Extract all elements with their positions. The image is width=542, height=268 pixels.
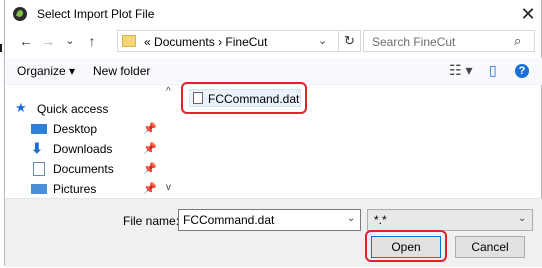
open-highlight-annotation bbox=[365, 230, 447, 262]
dialog-footer: File name: FCCommand.dat ⌄ *.* ⌄ Open Ca… bbox=[5, 198, 542, 267]
documents-icon bbox=[33, 162, 45, 176]
file-name-label: File name: bbox=[123, 214, 180, 228]
scroll-up-icon[interactable]: ^ bbox=[166, 86, 171, 97]
pictures-icon bbox=[31, 184, 47, 194]
folder-icon bbox=[122, 35, 136, 47]
window-title: Select Import Plot File bbox=[37, 7, 155, 21]
new-folder-button[interactable]: New folder bbox=[93, 64, 150, 78]
search-input[interactable]: Search FineCut bbox=[372, 35, 455, 49]
help-icon[interactable]: ? bbox=[515, 64, 529, 78]
title-bar: Select Import Plot File ✕ bbox=[5, 0, 542, 28]
file-highlight-annotation bbox=[181, 82, 307, 114]
download-icon: ⬇ bbox=[31, 140, 43, 156]
pin-icon: 📌 bbox=[143, 143, 157, 155]
sidebar-item-label: Downloads bbox=[53, 142, 113, 156]
back-button[interactable]: ← bbox=[17, 32, 35, 50]
file-type-select[interactable]: *.* ⌄ bbox=[367, 209, 533, 231]
app-logo-icon bbox=[13, 7, 27, 21]
preview-pane-icon[interactable]: ▯ bbox=[489, 62, 497, 79]
search-box[interactable]: Search FineCut ⌕ bbox=[363, 30, 535, 52]
refresh-button[interactable]: ↻ bbox=[339, 30, 361, 52]
breadcrumb-separator: › bbox=[218, 35, 223, 49]
sidebar-item-label: Pictures bbox=[53, 182, 97, 196]
navigation-pane: ★ Quick access Desktop 📌 ⬇ Downloads 📌 D… bbox=[5, 86, 165, 196]
file-name-field[interactable]: FCCommand.dat ⌄ bbox=[178, 209, 361, 231]
file-dialog: Select Import Plot File ✕ ← → ⌄ ↑ « Docu… bbox=[4, 0, 542, 267]
address-dropdown-icon[interactable]: ⌄ bbox=[318, 34, 327, 47]
chevron-down-icon[interactable]: ⌄ bbox=[518, 213, 526, 224]
scroll-down-icon[interactable]: v bbox=[166, 182, 171, 193]
cancel-button[interactable]: Cancel bbox=[455, 236, 525, 258]
breadcrumb-documents[interactable]: Documents bbox=[154, 35, 215, 49]
breadcrumb[interactable]: « Documents › FineCut bbox=[144, 35, 267, 49]
star-icon: ★ bbox=[15, 100, 27, 115]
close-button[interactable]: ✕ bbox=[513, 2, 542, 26]
breadcrumb-overflow[interactable]: « bbox=[144, 35, 151, 49]
forward-button[interactable]: → bbox=[39, 32, 57, 50]
breadcrumb-finecut[interactable]: FineCut bbox=[225, 35, 267, 49]
background-edge bbox=[0, 44, 2, 52]
file-type-value: *.* bbox=[374, 213, 387, 227]
sidebar-item-label: Desktop bbox=[53, 122, 98, 136]
chevron-down-icon[interactable]: ⌄ bbox=[347, 213, 355, 224]
command-bar: Organize ▾ New folder ☷ ▾ ▯ ? bbox=[5, 58, 542, 85]
sidebar-item-label: Quick access bbox=[37, 102, 109, 116]
pin-icon: 📌 bbox=[143, 163, 157, 175]
sidebar-item-label: Documents bbox=[53, 162, 114, 176]
file-name-value[interactable]: FCCommand.dat bbox=[183, 213, 274, 227]
sidebar-scrollbar[interactable]: ^ v bbox=[165, 86, 177, 196]
pin-icon: 📌 bbox=[143, 183, 157, 195]
address-bar[interactable]: « Documents › FineCut ⌄ bbox=[117, 30, 339, 52]
view-options-icon[interactable]: ☷ ▾ bbox=[449, 62, 472, 79]
recent-locations-button[interactable]: ⌄ bbox=[61, 32, 79, 50]
search-icon[interactable]: ⌕ bbox=[514, 33, 521, 49]
desktop-icon bbox=[31, 124, 47, 134]
up-button[interactable]: ↑ bbox=[83, 32, 101, 50]
pin-icon: 📌 bbox=[143, 123, 157, 135]
organize-button[interactable]: Organize ▾ bbox=[17, 64, 75, 78]
